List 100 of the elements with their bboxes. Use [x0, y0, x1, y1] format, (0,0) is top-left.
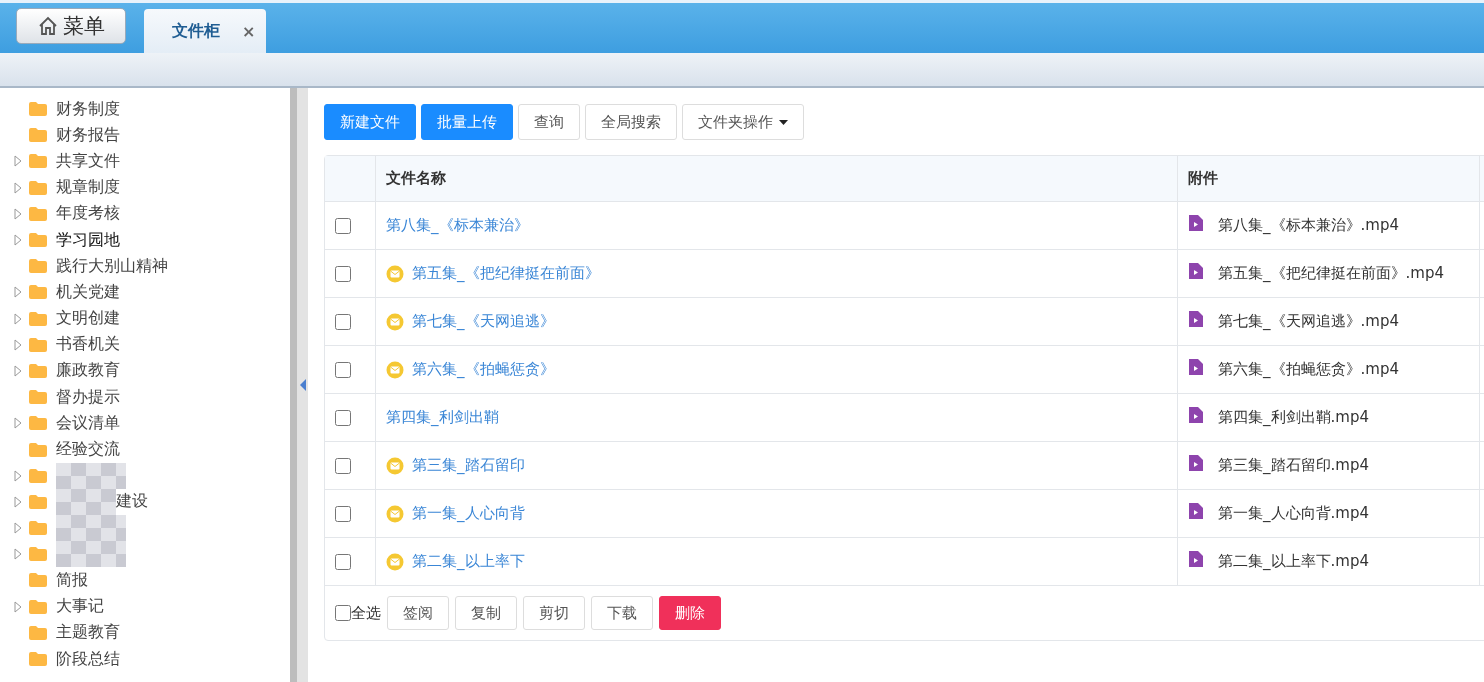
folder-label: 书香机关: [56, 334, 120, 356]
folder-label: 简报: [56, 569, 88, 591]
expand-icon[interactable]: [13, 600, 23, 613]
folder-item[interactable]: 规章制度: [8, 174, 290, 201]
folder-item[interactable]: 阶段总结: [8, 645, 290, 673]
folder-item[interactable]: 共享文件: [8, 148, 290, 175]
expand-icon[interactable]: [13, 207, 23, 220]
row-checkbox[interactable]: [335, 265, 351, 282]
attachment-name[interactable]: 第二集_以上率下.mp4: [1218, 552, 1369, 570]
splitter-handle[interactable]: [297, 88, 308, 682]
row-checkbox[interactable]: [335, 409, 351, 426]
expand-icon[interactable]: [13, 234, 23, 247]
folder-label: 共享文件: [56, 150, 120, 172]
folder-icon: [28, 232, 48, 249]
attachment-name[interactable]: 第五集_《把纪律挺在前面》.mp4: [1218, 264, 1444, 282]
expand-icon[interactable]: [13, 286, 23, 299]
folder-item[interactable]: 财务制度: [8, 96, 290, 123]
row-checkbox[interactable]: [335, 505, 351, 522]
expand-icon[interactable]: [13, 522, 23, 535]
file-link[interactable]: 第三集_踏石留印: [412, 456, 525, 475]
action-button[interactable]: 剪切: [523, 596, 585, 630]
expand-icon[interactable]: [13, 364, 23, 377]
action-button[interactable]: 签阅: [387, 596, 449, 630]
select-all-checkbox[interactable]: 全选: [335, 603, 381, 623]
folder-icon: [28, 362, 48, 379]
caret-icon: [779, 119, 788, 125]
file-link[interactable]: 第四集_利剑出鞘: [386, 408, 499, 427]
folder-item[interactable]: 学习园地: [8, 226, 290, 254]
close-button[interactable]: ×: [242, 21, 256, 41]
folder-item[interactable]: 主题教育: [8, 619, 290, 646]
expand-icon[interactable]: [13, 548, 23, 561]
toolbar-button[interactable]: 全局搜索: [585, 104, 677, 140]
row-checkbox[interactable]: [335, 361, 351, 378]
action-button[interactable]: 删除: [659, 596, 721, 630]
file-link[interactable]: 第六集_《拍蝇惩贪》: [412, 360, 555, 379]
checkbox[interactable]: [335, 605, 351, 621]
folder-icon: [28, 179, 48, 196]
mosaic-patch: [56, 515, 126, 542]
attachment-name[interactable]: 第六集_《拍蝇惩贪》.mp4: [1218, 360, 1399, 378]
folder-label: 会议清单: [56, 412, 120, 434]
column-header: 文件名称: [386, 169, 446, 188]
action-button[interactable]: 复制: [455, 596, 517, 630]
folder-label: 文明创建: [56, 308, 120, 330]
row-checkbox[interactable]: [335, 553, 351, 570]
video-file-icon: [1188, 214, 1204, 232]
toolbar-button[interactable]: 查询: [518, 104, 580, 140]
folder-item[interactable]: 廉政教育: [8, 357, 290, 385]
expand-icon[interactable]: [13, 417, 23, 430]
menu-button[interactable]: 菜单: [16, 8, 126, 44]
file-link[interactable]: 第二集_以上率下: [412, 552, 525, 571]
video-file-icon: [1188, 310, 1204, 328]
folder-icon: [28, 546, 48, 563]
mosaic-patch: [56, 541, 126, 568]
file-link[interactable]: 第一集_人心向背: [412, 504, 525, 523]
folder-label: 机关党建: [56, 281, 120, 303]
folder-item[interactable]: 践行大别山精神: [8, 253, 290, 280]
attachment-name[interactable]: 第八集_《标本兼治》.mp4: [1218, 216, 1399, 234]
folder-label: 督办提示: [56, 386, 120, 408]
folder-icon: [28, 520, 48, 537]
expand-icon[interactable]: [13, 181, 23, 194]
row-checkbox[interactable]: [335, 457, 351, 474]
folder-item[interactable]: 书香机关: [8, 331, 290, 358]
folder-icon: [28, 441, 48, 458]
folder-icon: [28, 598, 48, 615]
folder-item[interactable]: 文明创建: [8, 305, 290, 332]
attachment-name[interactable]: 第一集_人心向背.mp4: [1218, 504, 1369, 522]
folder-item[interactable]: 督办提示: [8, 384, 290, 411]
expand-icon[interactable]: [13, 469, 23, 482]
file-link[interactable]: 第五集_《把纪律挺在前面》: [412, 264, 600, 283]
folder-item[interactable]: 简报: [8, 567, 290, 594]
envelope-icon: [386, 504, 404, 523]
row-checkbox[interactable]: [335, 217, 351, 234]
expand-icon[interactable]: [13, 155, 23, 168]
file-link[interactable]: 第八集_《标本兼治》: [386, 216, 529, 235]
folder-item[interactable]: 机关党建: [8, 279, 290, 306]
column-header: 附件: [1188, 169, 1218, 188]
action-button[interactable]: 下载: [591, 596, 653, 630]
video-file-icon: [1188, 406, 1204, 424]
toolbar-button[interactable]: 文件夹操作: [682, 104, 804, 140]
expand-icon[interactable]: [13, 495, 23, 508]
folder-item[interactable]: 会议清单: [8, 410, 290, 437]
folder-item[interactable]: 建设: [8, 488, 290, 515]
video-file-icon: [1188, 358, 1204, 376]
folder-item[interactable]: 年度考核: [8, 200, 290, 227]
folder-icon: [28, 284, 48, 301]
expand-icon[interactable]: [13, 312, 23, 325]
folder-item[interactable]: 经验交流: [8, 436, 290, 463]
row-checkbox[interactable]: [335, 313, 351, 330]
envelope-icon: [386, 360, 404, 379]
folder-item[interactable]: 财务报告: [8, 122, 290, 149]
attachment-name[interactable]: 第四集_利剑出鞘.mp4: [1218, 408, 1369, 426]
folder-item[interactable]: 大事记: [8, 593, 290, 620]
file-link[interactable]: 第七集_《天网追逃》: [412, 312, 555, 331]
envelope-icon: [386, 456, 404, 475]
attachment-name[interactable]: 第三集_踏石留印.mp4: [1218, 456, 1369, 474]
collapse-icon[interactable]: [299, 379, 306, 391]
attachment-name[interactable]: 第七集_《天网追逃》.mp4: [1218, 312, 1399, 330]
video-file-icon: [1188, 550, 1204, 568]
tab[interactable]: 文件柜 ×: [144, 9, 266, 53]
expand-icon[interactable]: [13, 338, 23, 351]
